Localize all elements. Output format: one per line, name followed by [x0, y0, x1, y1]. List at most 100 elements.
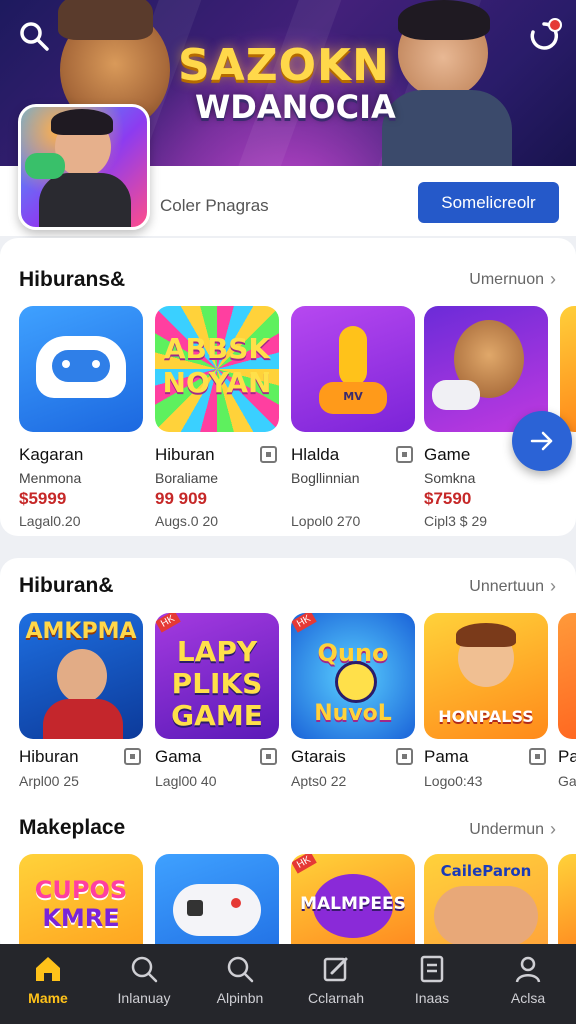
app-card[interactable]: ABBSK NOYAN Hiburan Boraliame 99 909 Aug… [155, 306, 281, 529]
section-more-link[interactable]: Undermun › [469, 819, 556, 840]
app-art-text: KMRE [42, 904, 120, 932]
hero-subtitle: WDANOCIA [195, 88, 396, 126]
nav-item-home[interactable]: Mame [0, 944, 96, 1024]
app-art-text: NOYAN [162, 366, 272, 399]
chevron-right-icon: › [550, 269, 556, 289]
nav-item-explore[interactable]: Alpinbn [192, 944, 288, 1024]
search-icon [20, 22, 49, 51]
app-tag: HK [291, 613, 317, 633]
joystick-icon [339, 326, 367, 386]
app-subtitle: Bogllinnian [291, 470, 360, 486]
gamepad-icon [36, 336, 126, 398]
app-name: Hiburan [155, 445, 215, 464]
app-name: Hiburan [19, 747, 79, 766]
app-card[interactable]: AMKPMA Hiburan Arpl00 25 [19, 613, 145, 789]
app-meta: Lagal0.20 [19, 513, 81, 529]
section-more-link[interactable]: Unnertuun › [469, 576, 556, 597]
app-art-text: CUPOS [34, 876, 128, 904]
nav-label: Aclsa [510, 990, 546, 1006]
app-card-partial[interactable]: Pa Ga [558, 613, 576, 793]
app-price: 99 909 [155, 489, 207, 508]
app-meta: Ga [558, 773, 576, 789]
app-meta: Lopol0 270 [291, 513, 361, 529]
nav-label: Inaas [414, 990, 450, 1006]
app-thumbnail: HONPALSS [424, 613, 548, 739]
nav-label: Cclarnah [307, 990, 365, 1006]
checkbox-icon[interactable] [124, 748, 141, 765]
app-card[interactable]: HK Quno NuvoL Gtarais Apts0 22 [291, 613, 417, 789]
app-art-text: MALMPEES [300, 894, 406, 914]
app-art-text: HONPALSS [438, 707, 534, 726]
app-name: Gama [155, 747, 202, 766]
app-thumbnail: HK Quno NuvoL [291, 613, 415, 739]
man-hair [398, 0, 490, 40]
app-name: Gtarais [291, 747, 346, 766]
app-meta: Arpl00 25 [19, 773, 79, 789]
app-meta: Apts0 22 [291, 773, 347, 789]
circle-emblem [335, 661, 377, 703]
app-thumbnail [558, 613, 576, 739]
nav-label: Alpinbn [216, 990, 264, 1006]
app-thumbnail: ABBSK NOYAN [155, 306, 279, 432]
app-meta: Augs.0 20 [155, 513, 219, 529]
app-thumbnail [19, 306, 143, 432]
section-title: Hiburan& [19, 574, 114, 597]
app-thumbnail: MV [291, 306, 415, 432]
arrow-right-icon [530, 431, 553, 451]
nav-item-edit[interactable]: Cclarnah [288, 944, 384, 1024]
section-card-2: Hiburan& Unnertuun › AMKPMA Hiburan Arpl0… [0, 558, 576, 980]
app-card[interactable]: HONPALSS Pama Logo0:43 [424, 613, 550, 789]
next-arrow-button[interactable] [512, 411, 572, 471]
section-title: Hiburans& [19, 268, 126, 291]
hero-title: SAZOKN [178, 40, 390, 91]
characters-group [434, 886, 538, 946]
app-thumbnail: AMKPMA [19, 613, 143, 739]
app-subtitle: Menmona [19, 470, 82, 486]
app-name: Hlalda [291, 445, 340, 464]
checkbox-icon[interactable] [260, 748, 277, 765]
search-button[interactable] [18, 20, 50, 52]
app-price: $7590 [424, 489, 472, 508]
app-name: Pa [558, 747, 576, 766]
checkbox-icon[interactable] [396, 446, 413, 463]
app-name: Kagaran [19, 445, 84, 464]
app-subtitle: Boraliame [155, 470, 219, 486]
list-icon [420, 955, 444, 983]
app-card[interactable]: HK LAPY PLIKS GAME Gama Lagl00 40 [155, 613, 281, 789]
section-more-label: Undermun [469, 820, 544, 838]
person-icon [515, 956, 541, 983]
app-tag: HK [291, 854, 317, 874]
search-icon [131, 956, 158, 983]
app-art-text: ABBSK [163, 332, 271, 365]
checkbox-icon[interactable] [396, 748, 413, 765]
section-more-link[interactable]: Umernuon › [469, 269, 556, 290]
home-icon [36, 957, 60, 981]
featured-thumbnail[interactable] [18, 104, 150, 230]
checkbox-icon[interactable] [529, 748, 546, 765]
featured-action-button[interactable]: Somelicreolr [418, 182, 559, 223]
gamepad-icon [25, 153, 65, 179]
section-more-label: Umernuon [469, 270, 544, 288]
checkbox-icon[interactable] [260, 446, 277, 463]
chevron-right-icon: › [550, 819, 556, 839]
app-thumbnail-partial[interactable] [560, 306, 576, 432]
featured-text: Coler Pnagras [160, 196, 269, 215]
nav-item-list[interactable]: Inaas [384, 944, 480, 1024]
notification-button[interactable] [528, 18, 562, 52]
nav-label: Inlanuay [117, 990, 171, 1006]
app-meta: Lagl00 40 [155, 773, 217, 789]
app-card[interactable]: MV Hlalda Bogllinnian Lopol0 270 [291, 306, 417, 529]
app-art-text: AMKPMA [25, 619, 137, 644]
nav-item-search[interactable]: Inlanuay [96, 944, 192, 1024]
nav-item-profile[interactable]: Aclsa [480, 944, 576, 1024]
bottom-navigation: Mame Inlanuay Alpinbn Cclarnah Inaas Acl… [0, 944, 576, 1024]
section-more-label: Unnertuun [469, 577, 544, 595]
notification-badge [548, 18, 562, 32]
app-art-text: GAME [171, 699, 263, 732]
man-character [57, 649, 107, 703]
chevron-right-icon: › [550, 576, 556, 596]
app-meta: Cipl3 $ 29 [424, 513, 488, 529]
app-art-text: LAPY [176, 635, 258, 668]
app-card[interactable]: Kagaran Menmona $5999 Lagal0.20 [19, 306, 145, 529]
gamepad-icon [432, 380, 480, 410]
